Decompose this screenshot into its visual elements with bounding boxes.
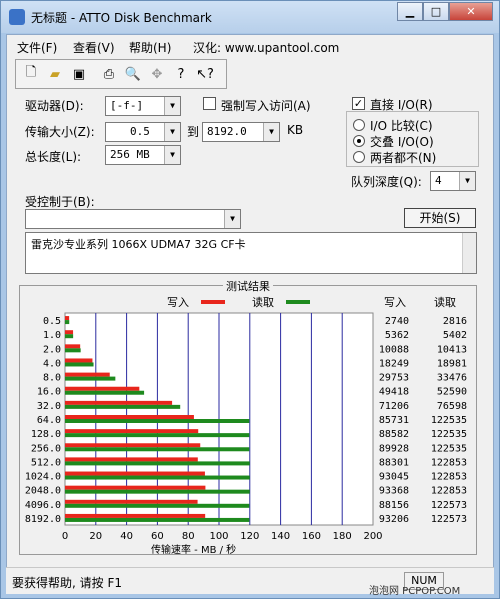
y-tick-label: 8.0 [43,373,61,384]
write-bar [65,415,194,419]
read-value: 122853 [431,472,467,483]
read-value: 122853 [431,486,467,497]
write-bar [65,485,206,490]
write-value: 88301 [379,457,409,468]
x-tick-label: 40 [120,531,133,542]
y-tick-label: 256.0 [31,443,61,454]
read-bar [65,362,94,367]
y-tick-label: 0.5 [43,316,61,327]
write-bar [65,316,70,321]
write-value: 93045 [379,472,409,483]
y-tick-label: 8192.0 [25,514,61,525]
y-tick-label: 32.0 [37,401,61,412]
write-bar [65,400,173,405]
write-value: 2740 [385,316,409,327]
y-tick-label: 2048.0 [25,486,61,497]
read-value: 33476 [437,373,467,384]
x-tick-label: 200 [363,531,382,542]
write-bar [65,513,206,518]
write-bar [65,358,93,363]
read-value: 122853 [431,457,467,468]
write-value: 93368 [379,486,409,497]
read-bar [65,334,74,339]
read-value: 2816 [443,316,467,327]
write-bar [65,429,199,434]
read-bar [65,320,70,325]
write-bar [65,330,74,335]
write-value: 71206 [379,401,409,412]
read-bar [65,433,250,438]
status-text: 要获得帮助, 请按 F1 [12,576,122,590]
write-bar [65,372,110,377]
write-bar [65,471,205,476]
read-bar [65,376,116,381]
read-value: 18981 [437,358,467,369]
x-tick-label: 120 [240,531,259,542]
x-tick-label: 0 [62,531,68,542]
read-value: 52590 [437,387,467,398]
write-value: 18249 [379,358,409,369]
y-tick-label: 4.0 [43,358,61,369]
x-tick-label: 140 [271,531,290,542]
y-tick-label: 128.0 [31,429,61,440]
read-value: 122573 [431,514,467,525]
write-value: 93206 [379,514,409,525]
write-value: 10088 [379,344,409,355]
read-bar [65,489,250,494]
x-axis-label: 传输速率 - MB / 秒 [151,545,237,556]
write-value: 88582 [379,429,409,440]
x-tick-label: 180 [333,531,352,542]
write-value: 49418 [379,387,409,398]
benchmark-chart: 0 20 40 60 80 100 120 140 160 180 2000.5 2740 28161.… [25,312,467,542]
y-tick-label: 16.0 [37,387,61,398]
write-bar [65,344,81,349]
y-tick-label: 512.0 [31,457,61,468]
read-bar [65,419,250,423]
read-bar [65,517,250,522]
write-value: 88156 [379,500,409,511]
y-tick-label: 2.0 [43,344,61,355]
read-bar [65,348,81,353]
write-value: 5362 [385,330,409,341]
y-tick-label: 1024.0 [25,472,61,483]
read-bar [65,390,145,395]
write-bar [65,499,198,504]
y-tick-label: 1.0 [43,330,61,341]
read-value: 122535 [431,429,467,440]
read-bar [65,404,181,409]
read-value: 122535 [431,415,467,426]
read-value: 122573 [431,500,467,511]
write-value: 85731 [379,415,409,426]
x-tick-label: 20 [89,531,102,542]
write-bar [65,386,140,391]
watermark: 泡泡网 PCPOP.COM [369,586,461,597]
x-tick-label: 160 [302,531,321,542]
write-value: 29753 [379,373,409,384]
read-value: 122535 [431,443,467,454]
read-bar [65,461,250,466]
write-bar [65,443,201,448]
write-value: 89928 [379,443,409,454]
read-value: 76598 [437,401,467,412]
read-bar [65,475,250,480]
read-value: 10413 [437,344,467,355]
read-bar [65,447,250,452]
y-tick-label: 64.0 [37,415,61,426]
write-bar [65,457,198,462]
read-value: 5402 [443,330,467,341]
app-window: 无标题 - ATTO Disk Benchmark ▁ □ ✕ 文件(F) 查看… [0,0,500,599]
y-tick-label: 4096.0 [25,500,61,511]
read-bar [65,503,250,508]
